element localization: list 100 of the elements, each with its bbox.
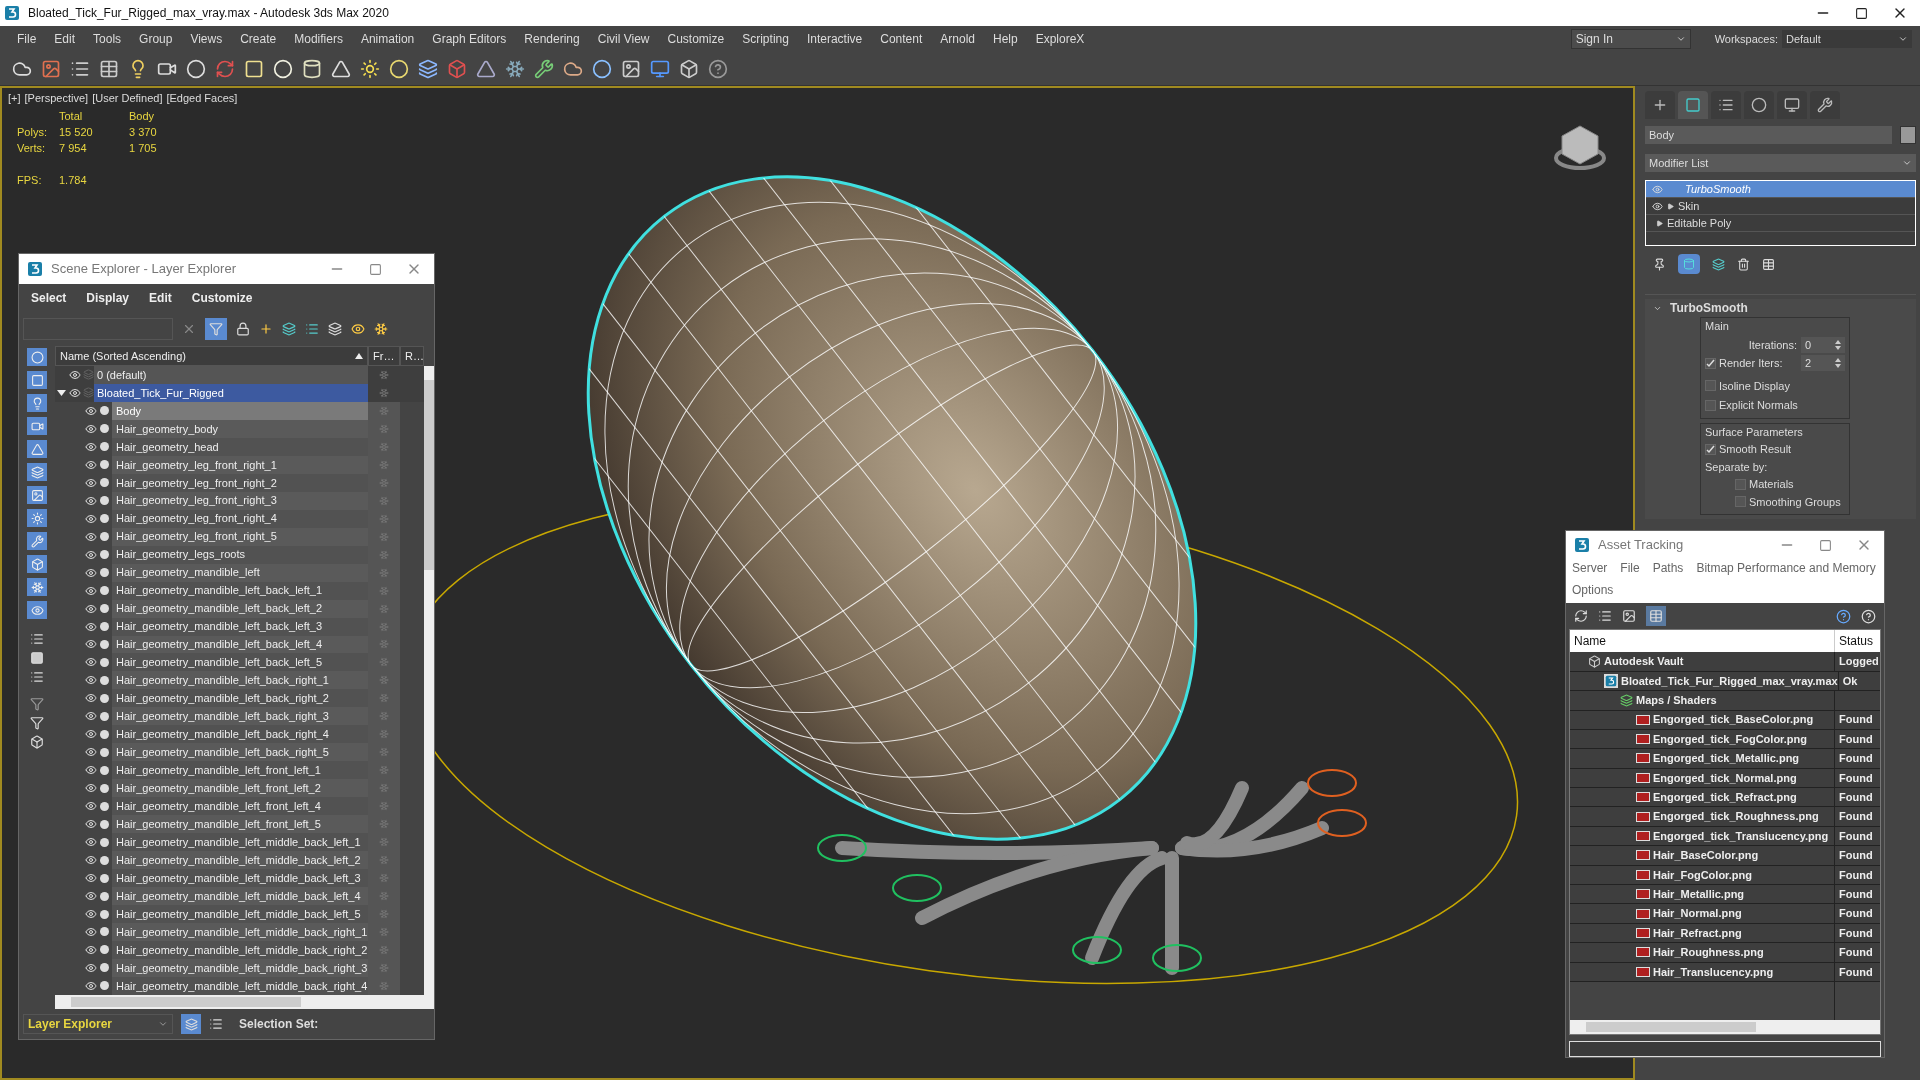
checkbox[interactable] [1735, 496, 1746, 508]
visibility-icon[interactable] [85, 800, 97, 813]
menu-item[interactable]: Content [871, 27, 932, 51]
help-icon[interactable] [1836, 608, 1851, 624]
filter-toggle-button[interactable] [27, 578, 47, 596]
filter-toggle-button[interactable] [27, 440, 47, 458]
vertical-scrollbar[interactable] [424, 366, 434, 995]
checkbox[interactable] [1735, 478, 1746, 490]
visibility-icon[interactable] [85, 656, 97, 669]
sign-in-dropdown[interactable]: Sign In [1570, 29, 1691, 49]
menu-item[interactable]: Graph Editors [423, 27, 516, 51]
layers-icon[interactable] [328, 322, 342, 336]
filter-toggle-button[interactable] [27, 601, 47, 619]
visibility-icon[interactable] [85, 961, 97, 974]
panel-tab[interactable] [1810, 91, 1840, 119]
menu-item[interactable]: Civil View [588, 27, 659, 51]
menu-item[interactable]: Animation [351, 27, 424, 51]
menu-item[interactable]: Modifiers [285, 27, 352, 51]
object-name[interactable]: Hair_geometry_mandible_left_front_left_2 [112, 779, 368, 798]
menu-item[interactable]: Edit [45, 27, 85, 51]
status-field[interactable] [1569, 1040, 1881, 1057]
viewcube-icon[interactable] [1554, 125, 1606, 170]
menu-item[interactable]: ExploreX [1026, 27, 1094, 51]
object-name[interactable]: Hair_geometry_mandible_left_back_right_1 [112, 671, 368, 690]
object-name[interactable]: Hair_geometry_mandible_left_back_right_2 [112, 689, 368, 708]
checkbox[interactable] [1705, 380, 1716, 392]
visibility-icon[interactable] [85, 979, 97, 992]
maximize-button[interactable] [1855, 6, 1868, 20]
lock-icon[interactable] [236, 322, 250, 336]
modifier-stack-item[interactable]: Editable Poly [1646, 215, 1915, 232]
visibility-icon[interactable] [85, 710, 97, 723]
object-name[interactable]: Hair_geometry_mandible_left_middle_back_left_2 [112, 851, 368, 870]
monitor-icon[interactable] [650, 58, 670, 79]
cylinder-icon[interactable] [302, 58, 322, 79]
clear-icon[interactable] [182, 322, 196, 336]
visibility-icon[interactable] [85, 422, 97, 435]
panel-tab[interactable] [1678, 91, 1708, 119]
visibility-icon[interactable] [85, 440, 97, 453]
panel-tab[interactable] [1645, 91, 1675, 119]
object-name[interactable]: Hair_geometry_mandible_left_middle_back_right_1 [112, 923, 368, 941]
visibility-icon[interactable] [85, 494, 97, 507]
workspace-dropdown[interactable]: Default [1782, 30, 1912, 48]
menu-item[interactable]: Scripting [733, 27, 798, 51]
visibility-icon[interactable] [85, 818, 97, 831]
refresh-icon[interactable] [1574, 609, 1588, 624]
filter-toggle-button[interactable] [27, 555, 47, 573]
menu-item[interactable]: Paths [1652, 559, 1684, 577]
help-icon[interactable] [708, 58, 728, 79]
menu-item[interactable]: Interactive [797, 27, 872, 51]
sun-icon[interactable] [360, 58, 380, 79]
visibility-icon[interactable] [85, 566, 97, 579]
visibility-icon[interactable] [85, 908, 97, 920]
menu-item[interactable]: Customize [191, 289, 253, 307]
box-icon[interactable] [30, 735, 44, 749]
panel-tab[interactable] [1777, 91, 1807, 119]
add-layer-icon[interactable] [259, 322, 273, 336]
delete-icon[interactable] [1737, 257, 1750, 271]
square-icon[interactable] [30, 651, 44, 665]
list-icon[interactable] [30, 670, 44, 684]
modifier-list-dropdown[interactable]: Modifier List [1645, 154, 1916, 172]
box-icon[interactable] [244, 58, 264, 79]
circle-icon[interactable] [389, 58, 409, 79]
object-name[interactable]: Hair_geometry_mandible_left_front_left_4 [112, 797, 368, 816]
visibility-icon[interactable] [85, 836, 97, 849]
object-name[interactable]: Hair_geometry_mandible_left_front_left_5 [112, 815, 368, 834]
table-view-button[interactable] [1646, 606, 1666, 627]
filter-toggle-button[interactable] [27, 532, 47, 550]
wrench-icon[interactable] [534, 58, 554, 79]
filter-toggle-button[interactable] [27, 394, 47, 412]
viewport-label[interactable]: [Perspective] [24, 90, 89, 107]
filter-toggle-button[interactable] [27, 417, 47, 435]
visibility-icon[interactable] [85, 638, 97, 651]
column-header[interactable]: Fr… [368, 346, 400, 366]
cube-icon[interactable] [679, 58, 699, 79]
visibility-icon[interactable] [85, 728, 97, 741]
visibility-icon[interactable] [85, 602, 97, 615]
viewport-label[interactable]: [Edged Faces] [166, 90, 238, 107]
visibility-icon[interactable] [85, 890, 97, 903]
viewport-label[interactable]: [+] [8, 90, 21, 107]
circle-icon[interactable] [186, 58, 206, 79]
visibility-icon[interactable] [85, 530, 97, 543]
visibility-icon[interactable] [85, 692, 97, 705]
sphere-icon[interactable] [273, 58, 293, 79]
checkbox[interactable] [1705, 399, 1716, 411]
object-name[interactable]: Hair_geometry_mandible_left_back_right_4 [112, 725, 368, 744]
layers-icon[interactable] [418, 58, 438, 79]
menu-item[interactable]: Tools [84, 27, 131, 51]
pin-icon[interactable] [1653, 257, 1666, 271]
object-name[interactable]: Hair_geometry_mandible_left_back_right_5 [112, 743, 368, 762]
menu-item[interactable]: Rendering [515, 27, 589, 51]
filter-toggle-button[interactable] [27, 486, 47, 504]
iterations-spinner[interactable]: 0 [1801, 336, 1845, 353]
menu-item[interactable]: File [8, 27, 46, 51]
object-name[interactable]: Hair_geometry_mandible_left_middle_back_left_5 [112, 905, 368, 923]
visibility-icon[interactable] [85, 548, 97, 561]
viewport-label[interactable]: [User Defined] [92, 90, 163, 107]
visibility-icon[interactable] [85, 620, 97, 633]
visibility-icon[interactable] [85, 476, 97, 489]
horizontal-scrollbar[interactable] [1570, 1019, 1880, 1034]
visibility-icon[interactable] [85, 872, 97, 885]
